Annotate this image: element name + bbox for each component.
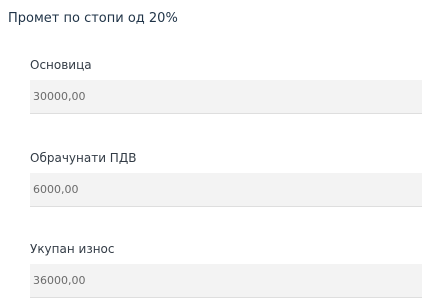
vat-rate-20-panel: Промет по стопи од 20% Основица Обрачуна…: [0, 0, 434, 299]
section-title: Промет по стопи од 20%: [8, 11, 178, 26]
total-amount-input[interactable]: [30, 264, 422, 298]
calculated-vat-input[interactable]: [30, 173, 422, 207]
base-amount-label: Основица: [30, 58, 92, 72]
calculated-vat-label: Обрачунати ПДВ: [30, 151, 137, 165]
base-amount-input[interactable]: [30, 80, 422, 114]
total-amount-label: Укупан износ: [30, 242, 115, 256]
